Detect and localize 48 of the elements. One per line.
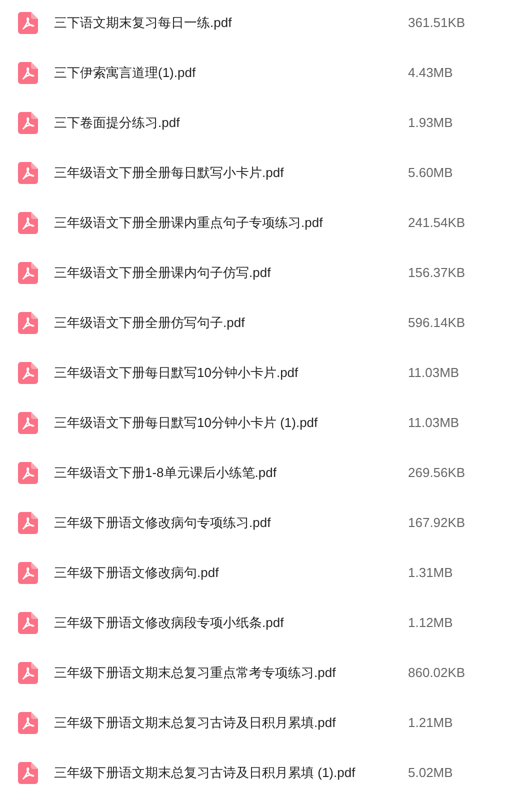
file-size: 5.60MB [408, 164, 453, 182]
file-name[interactable]: 三年级语文下册全册每日默写小卡片.pdf [54, 163, 404, 183]
pdf-file-icon [18, 12, 38, 34]
file-name[interactable]: 三年级下册语文期末总复习重点常考专项练习.pdf [54, 663, 404, 683]
pdf-file-icon [18, 212, 38, 234]
file-size: 241.54KB [408, 214, 466, 232]
pdf-file-icon [18, 462, 38, 484]
pdf-file-icon [18, 412, 38, 434]
pdf-file-icon [18, 162, 38, 184]
pdf-file-icon [18, 62, 38, 84]
pdf-file-icon [18, 712, 38, 734]
file-name[interactable]: 三年级语文下册全册课内重点句子专项练习.pdf [54, 213, 404, 233]
file-size: 1.12MB [408, 614, 453, 632]
file-name[interactable]: 三年级下册语文修改病段专项小纸条.pdf [54, 613, 404, 633]
file-size: 167.92KB [408, 514, 466, 532]
file-name[interactable]: 三年级语文下册全册课内句子仿写.pdf [54, 263, 404, 283]
file-name[interactable]: 三年级下册语文期末总复习古诗及日积月累填.pdf [54, 713, 404, 733]
file-name[interactable]: 三年级下册语文期末总复习古诗及日积月累填 (1).pdf [54, 763, 404, 783]
file-name[interactable]: 三年级语文下册每日默写10分钟小卡片.pdf [54, 363, 404, 383]
pdf-file-icon [18, 762, 38, 784]
file-size: 1.21MB [408, 714, 453, 732]
file-size: 361.51KB [408, 14, 466, 32]
file-size: 1.93MB [408, 114, 453, 132]
file-name[interactable]: 三年级语文下册1-8单元课后小练笔.pdf [54, 463, 404, 483]
file-size: 156.37KB [408, 264, 466, 282]
file-size: 1.31MB [408, 564, 453, 582]
file-name[interactable]: 三下语文期末复习每日一练.pdf [54, 13, 404, 33]
file-size: 5.02MB [408, 764, 453, 782]
pdf-file-icon [18, 562, 38, 584]
pdf-file-icon [18, 262, 38, 284]
file-name[interactable]: 三年级语文下册全册仿写句子.pdf [54, 313, 404, 333]
file-name[interactable]: 三下卷面提分练习.pdf [54, 113, 404, 133]
file-name[interactable]: 三年级下册语文修改病句.pdf [54, 563, 404, 583]
pdf-file-icon [18, 662, 38, 684]
pdf-file-icon [18, 112, 38, 134]
file-size: 269.56KB [408, 464, 466, 482]
pdf-file-icon [18, 512, 38, 534]
file-name[interactable]: 三下伊索寓言道理(1).pdf [54, 63, 404, 83]
pdf-file-icon [18, 362, 38, 384]
pdf-file-icon [18, 312, 38, 334]
file-size: 860.02KB [408, 664, 466, 682]
pdf-file-icon [18, 612, 38, 634]
file-size: 11.03MB [408, 414, 460, 432]
file-size: 596.14KB [408, 314, 466, 332]
file-name[interactable]: 三年级下册语文修改病句专项练习.pdf [54, 513, 404, 533]
file-name[interactable]: 三年级语文下册每日默写10分钟小卡片 (1).pdf [54, 413, 404, 433]
file-size: 11.03MB [408, 364, 460, 382]
file-size: 4.43MB [408, 64, 453, 82]
